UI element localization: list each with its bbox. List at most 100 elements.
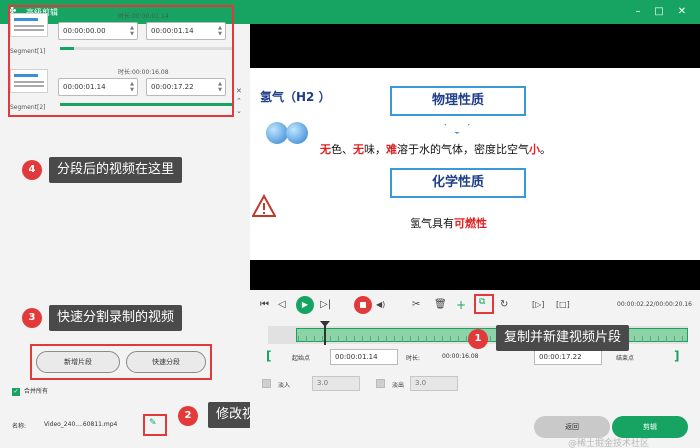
pencil-icon[interactable]: ✎ (149, 418, 157, 428)
move-down-icon[interactable]: ⌄ (236, 106, 242, 116)
spinner-icon[interactable]: ▲ ▼ (130, 81, 134, 93)
video-preview[interactable]: 氢气（H2 ） 物理性质 无色、无味，难溶于水的气体，密度比空气小。 化学性质 … (250, 24, 700, 290)
editor-controls: ⏮ ◁ ▶ ▷| ◀) ✂ 🗑 + ⧉ ↻ [▷] [□] 00:00:02.2… (250, 290, 700, 448)
text-part: 无 (353, 143, 364, 156)
text-part: 色、 (331, 143, 353, 156)
spinner-icon[interactable]: ▲ ▼ (130, 25, 134, 37)
callout-number-3: 3 (22, 308, 42, 328)
close-button[interactable]: ✕ (674, 4, 690, 20)
fade-in-checkbox[interactable] (262, 379, 271, 388)
trim-duration-label: 时长: (406, 355, 421, 362)
start-bracket-icon[interactable]: [ (266, 349, 271, 363)
down-arrow-icon (444, 116, 470, 134)
trim-duration-value: 00:00:16.08 (442, 353, 479, 360)
segment-item[interactable]: Segment[1] 时长:00:00:01.14 00:00:00.00 ▲ ▼ … (10, 7, 232, 61)
new-segment-button[interactable]: 新增片段 (36, 351, 120, 373)
text-part: 可燃性 (454, 217, 487, 230)
undo-icon[interactable]: ↻ (500, 298, 508, 312)
fade-out-checkbox[interactable] (376, 379, 385, 388)
fade-out-input[interactable]: 3.0 (410, 376, 458, 391)
play-button[interactable]: ▶ (296, 296, 314, 314)
segment-duration: 时长:00:00:01.14 (118, 13, 169, 20)
mark-in-icon[interactable]: [▷] (532, 298, 544, 312)
molecule-atom-icon (286, 122, 308, 144)
physical-properties-heading: 物理性质 (390, 86, 526, 116)
end-point-label: 结束点 (616, 355, 635, 362)
physical-properties-text: 无色、无味，难溶于水的气体，密度比空气小。 (320, 141, 551, 157)
text-part: 难 (386, 143, 397, 156)
cut-icon[interactable]: ✂ (412, 298, 420, 312)
segment-progress-fill (60, 103, 232, 106)
delete-icon[interactable]: 🗑 (434, 298, 447, 312)
text-part: 。 (540, 143, 551, 156)
fade-out-label: 淡出 (392, 382, 405, 389)
segment-end-time-input[interactable]: 00:00:01.14 ▲ ▼ (146, 22, 226, 40)
segment-side-controls: ✕ ⌃ ⌄ (236, 86, 242, 116)
segment-duration: 时长:00:00:16.08 (118, 69, 169, 76)
text-part: 溶于水的气体，密度比空气 (397, 143, 529, 156)
segment-item[interactable]: Segment[2] 时长:00:00:16.08 00:00:01.14 ▲ ▼ … (10, 63, 232, 117)
close-segment-icon[interactable]: ✕ (236, 86, 242, 96)
callout-1: 复制并新建视频片段 (496, 325, 630, 351)
end-point-input[interactable]: 00:00:17.22 (534, 349, 602, 365)
molecule-atom-icon (266, 122, 288, 144)
app-window: ✤ 高级剪辑 – □ ✕ Segment[1] 时长:00:00:01.14 0… (0, 0, 700, 448)
move-up-icon[interactable]: ⌃ (236, 96, 242, 106)
start-point-input[interactable]: 00:00:01.14 (330, 349, 398, 365)
merge-all-label: 合并所有 (24, 388, 49, 395)
segment-start-time-value: 00:00:01.14 (63, 83, 106, 91)
text-part: 无 (320, 143, 331, 156)
text-part: 氢气具有 (410, 217, 454, 230)
slide-subject: 氢气（H2 ） (260, 90, 331, 104)
fade-in-label: 淡入 (278, 382, 291, 389)
segment-start-time-input[interactable]: 00:00:00.00 ▲ ▼ (58, 22, 138, 40)
segment-label: Segment[2] (10, 104, 46, 111)
name-label: 名称: (12, 423, 27, 430)
timeline-ticks (298, 336, 688, 342)
segment-thumbnail (10, 69, 48, 93)
end-bracket-icon[interactable]: ] (674, 349, 679, 363)
playhead-handle[interactable] (320, 321, 330, 345)
segment-label: Segment[1] (10, 48, 46, 55)
chemical-properties-heading: 化学性质 (390, 168, 526, 198)
callout-number-2: 2 (178, 406, 198, 426)
start-point-label: 起始点 (292, 355, 311, 362)
spinner-icon[interactable]: ▲ ▼ (218, 81, 222, 93)
stop-button[interactable] (354, 296, 372, 314)
text-part: 小 (529, 143, 540, 156)
chemical-properties-text: 氢气具有可燃性 (410, 215, 487, 231)
fade-in-input[interactable]: 3.0 (312, 376, 360, 391)
spinner-icon[interactable]: ▲ ▼ (218, 25, 222, 37)
maximize-button[interactable]: □ (651, 4, 667, 20)
segment-start-time-value: 00:00:00.00 (63, 27, 106, 35)
segment-progress-bar (60, 47, 232, 50)
check-icon: ✓ (12, 387, 20, 396)
duplicate-segment-icon[interactable]: ⧉ (479, 297, 485, 307)
skip-start-icon[interactable]: ⏮ (260, 298, 269, 312)
warning-icon (252, 194, 276, 217)
merge-all-checkbox[interactable]: ✓ 合并所有 (12, 386, 48, 396)
segment-start-time-input[interactable]: 00:00:01.14 ▲ ▼ (58, 78, 138, 96)
segment-progress-bar (60, 103, 232, 106)
file-name-value: Video_240....60811.mp4 (44, 421, 118, 428)
back-button[interactable]: 返回 (534, 416, 610, 438)
volume-icon[interactable]: ◀) (376, 298, 385, 312)
callout-number-4: 4 (22, 160, 42, 180)
segment-end-time-value: 00:00:01.14 (151, 27, 194, 35)
callout-3: 快速分割录制的视频 (49, 305, 183, 331)
segment-thumbnail (10, 13, 48, 37)
step-back-icon[interactable]: ◁ (278, 298, 286, 312)
minimize-button[interactable]: – (630, 4, 646, 20)
segment-progress-fill (60, 47, 74, 50)
fade-row: 淡入 3.0 淡出 3.0 (262, 376, 562, 392)
quick-split-button[interactable]: 快速分段 (126, 351, 206, 373)
step-forward-icon[interactable]: ▷| (320, 298, 331, 312)
clip-button[interactable]: 剪辑 (612, 416, 688, 438)
playback-timecode: 00:00:02.22/00:00:20.16 (617, 301, 692, 308)
add-icon[interactable]: + (456, 298, 466, 312)
segment-list: Segment[1] 时长:00:00:01.14 00:00:00.00 ▲ ▼ … (8, 5, 234, 117)
callout-number-1: 1 (468, 329, 488, 349)
text-part: 味， (364, 143, 386, 156)
mark-out-icon[interactable]: [□] (556, 298, 570, 312)
segment-end-time-input[interactable]: 00:00:17.22 ▲ ▼ (146, 78, 226, 96)
